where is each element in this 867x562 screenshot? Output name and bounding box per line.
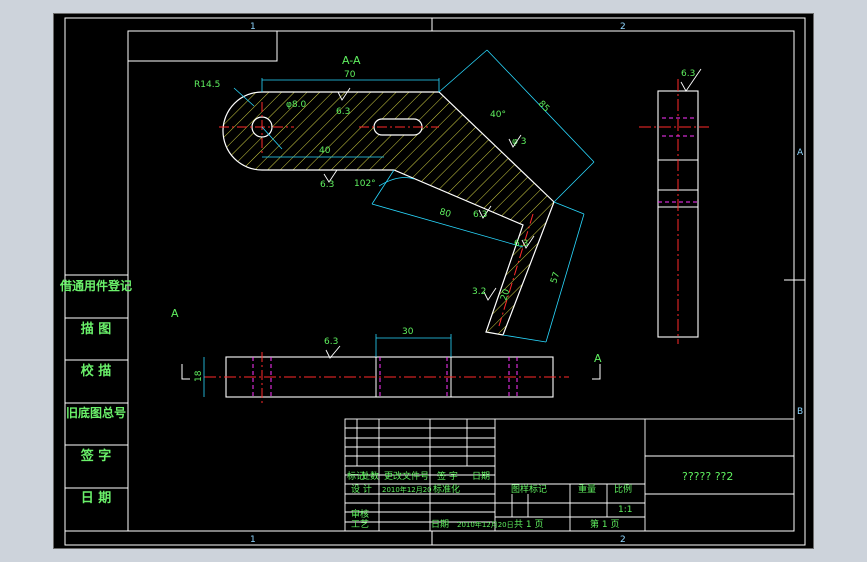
zone-label-top-2: 2 — [620, 22, 626, 32]
tb-std: 标准化 — [433, 483, 460, 495]
tb-drawing-name: ????? ??2 — [682, 470, 733, 483]
dim-hole-dia: φ8.0 — [286, 100, 307, 110]
zone-label-right-b: B — [797, 407, 803, 417]
left-row-4: 旧底图总号 — [66, 405, 126, 420]
dim-height-top-view: 18 — [194, 370, 204, 382]
roughness-7: 6.3 — [681, 69, 695, 79]
cad-viewport[interactable]: 1 2 1 2 A B R14.5 70 40 φ8.0 40° 102° φ … — [53, 13, 814, 549]
tb-h-doc: 更改文件号 — [384, 470, 429, 482]
left-row-1: 借通用件登记 — [59, 278, 132, 293]
tb-h-date: 日期 — [472, 471, 490, 482]
tb-design: 设 计 — [351, 483, 372, 495]
side-view — [639, 79, 709, 344]
roughness-1: 6.3 — [336, 107, 350, 117]
roughness-5: 3.2 — [472, 287, 486, 297]
tb-total-sheets: 共 1 页 — [514, 519, 543, 530]
dim-len-bottom: 40 — [319, 146, 331, 156]
left-row-6: 日 期 — [81, 491, 112, 506]
dim-len-top-view: 30 — [402, 327, 414, 337]
left-row-5: 签 字 — [80, 448, 112, 464]
dim-len-top: 70 — [344, 70, 356, 80]
dim-angle-2: 102° — [354, 179, 376, 189]
corner-box — [128, 30, 278, 62]
dim-len-slant: 85 — [536, 99, 551, 114]
tb-h-sign: 签 字 — [437, 470, 458, 482]
roughness-3: 6.3 — [473, 210, 487, 220]
tb-check: 审核 — [351, 508, 369, 520]
roughness-6: 6.3 — [324, 337, 338, 347]
section-marker-right: A — [594, 352, 602, 365]
drawing-canvas: 1 2 1 2 A B R14.5 70 40 φ8.0 40° 102° φ … — [59, 17, 806, 546]
roughness-2: 6.3 — [320, 180, 334, 190]
dim-r-left: R14.5 — [194, 80, 220, 90]
zone-label-top-1: 1 — [250, 22, 256, 32]
section-marker-left: A — [171, 307, 179, 320]
tb-craft: 工艺 — [351, 519, 369, 530]
roughness-4: 6.3 — [514, 239, 528, 249]
tb-scale: 比例 — [614, 483, 632, 495]
tb-weight: 重量 — [578, 483, 596, 495]
zone-label-right-a: A — [797, 148, 804, 158]
dim-angle-1: 40° — [490, 110, 506, 120]
zone-label-bottom-1: 1 — [250, 535, 256, 545]
tb-stage-mark: 图样标记 — [511, 483, 547, 495]
left-row-3: 校 描 — [81, 363, 112, 379]
dim-len-mid: 80 — [438, 207, 452, 220]
tb-sheet-no: 第 1 页 — [590, 518, 619, 530]
dim-len-right: 57 — [549, 271, 562, 285]
tb-h-count: 处数 — [361, 470, 379, 482]
top-view — [181, 334, 601, 404]
left-row-2: 描 图 — [81, 321, 112, 337]
tb-design-date: 2010年12月20 — [382, 485, 432, 494]
tb-scale-value: 1:1 — [618, 505, 632, 515]
zone-label-bottom-2: 2 — [620, 535, 626, 545]
section-title: A-A — [342, 54, 361, 67]
tb-date-value: 2010年12月20日 — [457, 520, 514, 529]
tb-date-label: 日期 — [431, 519, 449, 530]
